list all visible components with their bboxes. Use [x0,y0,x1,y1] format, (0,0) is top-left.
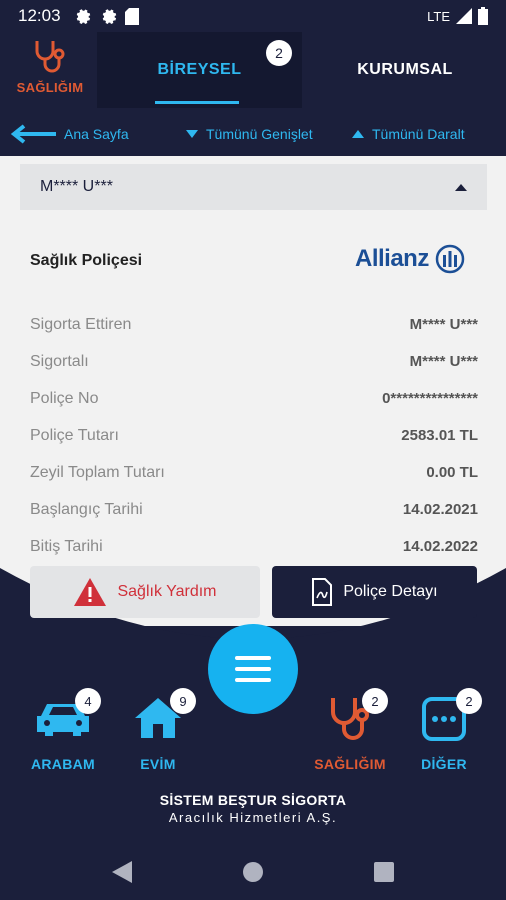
category-label: ARABAM [30,756,95,772]
category-car[interactable]: 4 ARABAM [23,688,103,772]
caret-up-icon [455,183,467,191]
category-label: DİĞER [421,756,467,772]
home-icon-wrap: 9 [128,688,196,746]
health-assist-label: Sağlık Yardım [117,583,217,600]
expand-all-button[interactable]: Tümünü Genişlet [186,126,313,142]
row-value: 14.02.2021 [402,501,478,518]
policy-accordion-header[interactable]: M**** U*** [20,164,487,210]
battery-icon [478,7,488,25]
row-value: 2583.01 TL [401,427,478,444]
row-key: Zeyil Toplam Tutarı [30,463,165,481]
row-value: 14.02.2022 [402,538,478,555]
company-subtitle: Aracılık Hizmetleri A.Ş. [168,810,338,825]
policy-row: Poliçe Tutarı 2583.01 TL [30,417,478,454]
back-home-label: Ana Sayfa [64,126,129,142]
row-key: Poliçe Tutarı [30,426,119,444]
policy-detail-label: Poliçe Detayı [343,583,438,600]
policy-row: Poliçe No 0*************** [30,380,478,417]
status-bar: 12:03 LTE [0,0,506,32]
category-label: SAĞLIĞIM [314,756,386,772]
policy-row: Zeyil Toplam Tutarı 0.00 TL [30,454,478,491]
health-home-button[interactable]: SAĞLIĞIM [10,38,90,104]
category-other[interactable]: 2 DİĞER [404,688,484,772]
active-tab-indicator [155,101,239,104]
caret-down-icon [186,130,198,138]
row-value: M**** U*** [409,353,478,370]
category-badge: 9 [170,688,196,714]
android-nav-bar [0,844,506,900]
insurer-logo: Allianz [355,244,465,274]
signal-icon [456,8,472,24]
home-circle-icon[interactable] [242,861,264,883]
other-icon-wrap: 2 [414,688,482,746]
stethoscope-icon [35,41,65,73]
menu-icon-bar [235,678,271,682]
car-icon-wrap: 4 [33,688,101,746]
row-key: Poliçe No [30,389,99,407]
policy-holder-name: M**** U*** [40,178,113,195]
company-name: SİSTEM BEŞTUR SİGORTA [159,792,347,808]
network-type: LTE [427,8,450,24]
health-label: SAĞLIĞIM [16,80,84,95]
caret-up-icon [352,130,364,138]
row-value: 0*************** [382,390,478,407]
pdf-document-icon [312,578,333,606]
menu-icon-bar [235,667,271,671]
tab-kurumsal[interactable]: KURUMSAL [330,32,480,108]
tab-bireysel[interactable]: BİREYSEL 2 [97,32,302,108]
category-health[interactable]: 2 SAĞLIĞIM [310,688,390,772]
category-badge: 2 [456,688,482,714]
policy-details: Sigorta Ettiren M**** U*** Sigortalı M****… [30,306,478,565]
menu-icon [235,656,271,660]
sd-card-icon [124,7,139,25]
category-badge: 2 [362,688,388,714]
company-footer: SİSTEM BEŞTUR SİGORTA Aracılık Hizmetler… [0,792,506,825]
tab-bireysel-label: BİREYSEL [157,61,242,78]
status-icons-right: LTE [427,7,488,25]
collapse-all-button[interactable]: Tümünü Daralt [352,126,465,142]
row-key: Sigorta Ettiren [30,315,132,333]
category-home[interactable]: 9 EVİM [118,688,198,772]
row-key: Bitiş Tarihi [30,537,103,555]
policy-content: M**** U*** Sağlık Poliçesi Allianz Sigor… [0,156,506,626]
collapse-all-label: Tümünü Daralt [372,126,465,142]
row-key: Sigortalı [30,352,89,370]
nav-row: Ana Sayfa Tümünü Genişlet Tümünü Daralt [0,112,506,156]
policy-title: Sağlık Poliçesi [30,252,143,269]
row-value: 0.00 TL [426,464,478,481]
policy-row: Sigortalı M**** U*** [30,343,478,380]
allianz-logo-icon [435,244,465,274]
expand-all-label: Tümünü Genişlet [206,126,313,142]
header: SAĞLIĞIM BİREYSEL 2 KURUMSAL [0,32,506,110]
insurer-logo-text: Allianz [355,245,429,272]
category-label: EVİM [140,756,176,772]
row-key: Başlangıç Tarihi [30,500,143,518]
settings-icon [76,9,90,24]
back-triangle-icon[interactable] [112,861,132,883]
menu-button[interactable] [208,624,298,714]
category-badge: 4 [75,688,101,714]
policy-row: Sigorta Ettiren M**** U*** [30,306,478,343]
row-value: M**** U*** [409,316,478,333]
status-icons-left [73,7,139,25]
status-time: 12:03 [18,6,61,25]
health-icon-wrap: 2 [320,688,388,746]
back-home-link[interactable]: Ana Sayfa [10,124,129,144]
arrow-left-icon [10,124,56,144]
warning-icon [74,578,107,606]
health-assist-button[interactable]: Sağlık Yardım [30,566,260,618]
policy-row: Başlangıç Tarihi 14.02.2021 [30,491,478,528]
tab-count-badge: 2 [266,40,292,66]
recents-square-icon[interactable] [374,862,394,882]
settings-icon [102,9,116,24]
policy-detail-button[interactable]: Poliçe Detayı [272,566,477,618]
